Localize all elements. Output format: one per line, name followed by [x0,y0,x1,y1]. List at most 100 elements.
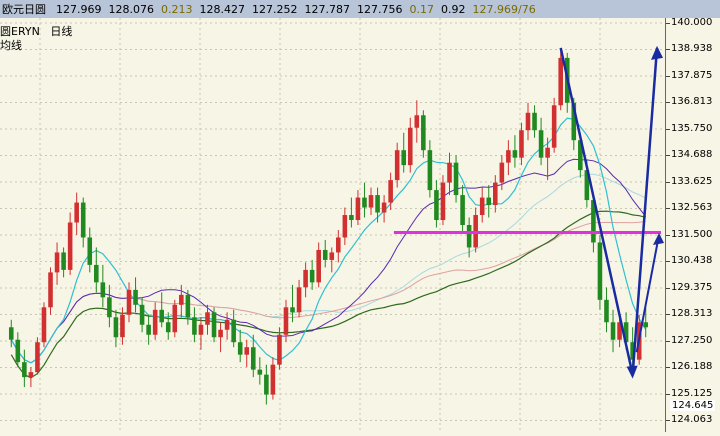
ma-light-line [10,173,646,364]
candle-down [250,347,256,370]
quote-value-8: 0.17 [409,2,435,16]
quote-value-7: 127.756 [357,2,403,16]
candle-up [368,195,374,208]
candle-up [54,252,60,273]
candle-down [362,197,367,208]
candle-down [309,269,315,283]
candle-down [427,150,433,191]
candle-down [8,327,14,340]
price-tick-label: 124.063 [665,414,713,426]
candle-down [133,289,138,305]
legend-period: 日线 [50,25,73,38]
candle-up [172,304,178,333]
price-tick-label: 133.625 [665,175,713,187]
candle-up [329,252,335,260]
arrow-head-up [651,45,663,60]
price-chart[interactable] [0,18,665,432]
candle-down [237,342,243,355]
candle-down [486,197,492,206]
candle-up [283,307,289,335]
candle-up [179,294,184,305]
candle-down [538,130,544,158]
candle-down [165,322,171,333]
candle-up [479,197,485,216]
candle-down [466,225,472,248]
candle-down [349,215,354,221]
price-tick-label: 136.813 [665,96,713,108]
quote-value-9: 0.92 [441,2,466,16]
candle-up [48,272,53,308]
candle-down [421,115,426,151]
candle-up [205,312,210,325]
candle-up [316,249,321,283]
quote-value-4: 128.427 [199,2,246,16]
candle-down [264,374,269,395]
candle-up [499,162,505,183]
price-tick-label: 128.313 [665,308,713,320]
candle-down [453,162,459,196]
candle-down [100,282,106,298]
candle-up [394,150,400,181]
candle-down [94,264,99,283]
candle-down [159,309,164,323]
candle-up [355,197,361,221]
candle-up [551,105,557,148]
candle-down [401,150,407,166]
quote-high: 128.076 [108,2,155,16]
candle-down [107,297,112,318]
chart-legend: 圆ERYN 日线 均线 [0,25,72,53]
candle-down [192,317,197,335]
candle-up [388,180,393,203]
candle-up [224,319,230,330]
candle-up [519,130,524,158]
price-tick-label: 125.125 [665,387,713,399]
symbol-title: 欧元日圆 [2,3,46,16]
candlestick-chart-svg[interactable] [0,18,665,432]
price-tick-label: 129.375 [665,281,713,293]
price-tick-label: 138.938 [665,43,713,55]
candle-down [146,324,151,335]
legend-indicator: 均线 [0,39,22,52]
candle-down [643,322,649,328]
current-price-label: 124.645 [670,399,716,411]
candle-down [257,369,263,375]
candle-up [35,342,40,373]
candle-down [375,195,380,213]
quote-change: 0.213 [161,2,193,16]
candle-up [440,182,446,221]
candle-up [41,307,47,343]
candle-up [545,147,550,158]
candle-up [28,372,34,378]
candle-up [525,112,531,131]
candle-up [381,202,387,213]
candle-down [290,307,295,313]
candle-down [22,362,27,378]
candle-down [211,312,217,338]
candle-up [218,329,223,338]
candle-down [15,339,21,363]
candle-up [447,162,452,183]
candle-up [126,289,132,315]
candle-down [139,304,145,325]
projection-arrow-line [635,234,660,353]
candle-down [610,322,616,340]
candle-up [506,150,511,163]
candle-up [342,215,348,238]
quote-bid-ask: 127.969/76 [472,2,536,16]
candle-down [113,317,119,338]
candle-up [270,364,276,395]
quote-open: 127.969 [56,2,102,16]
candle-down [80,202,86,238]
candle-down [597,242,603,300]
price-axis: 140.000 138.938 137.875 136.813 135.750 134.6… [665,17,720,432]
candle-down [604,299,609,323]
candle-up [74,202,79,223]
price-tick-label: 126.188 [665,361,713,373]
quote-value-5: 127.252 [252,2,298,16]
candle-up [277,334,282,365]
price-tick-label: 137.875 [665,69,713,81]
price-tick-label: 131.500 [665,228,713,240]
candle-down [87,237,93,265]
candle-up [296,287,302,313]
candle-down [434,190,439,221]
